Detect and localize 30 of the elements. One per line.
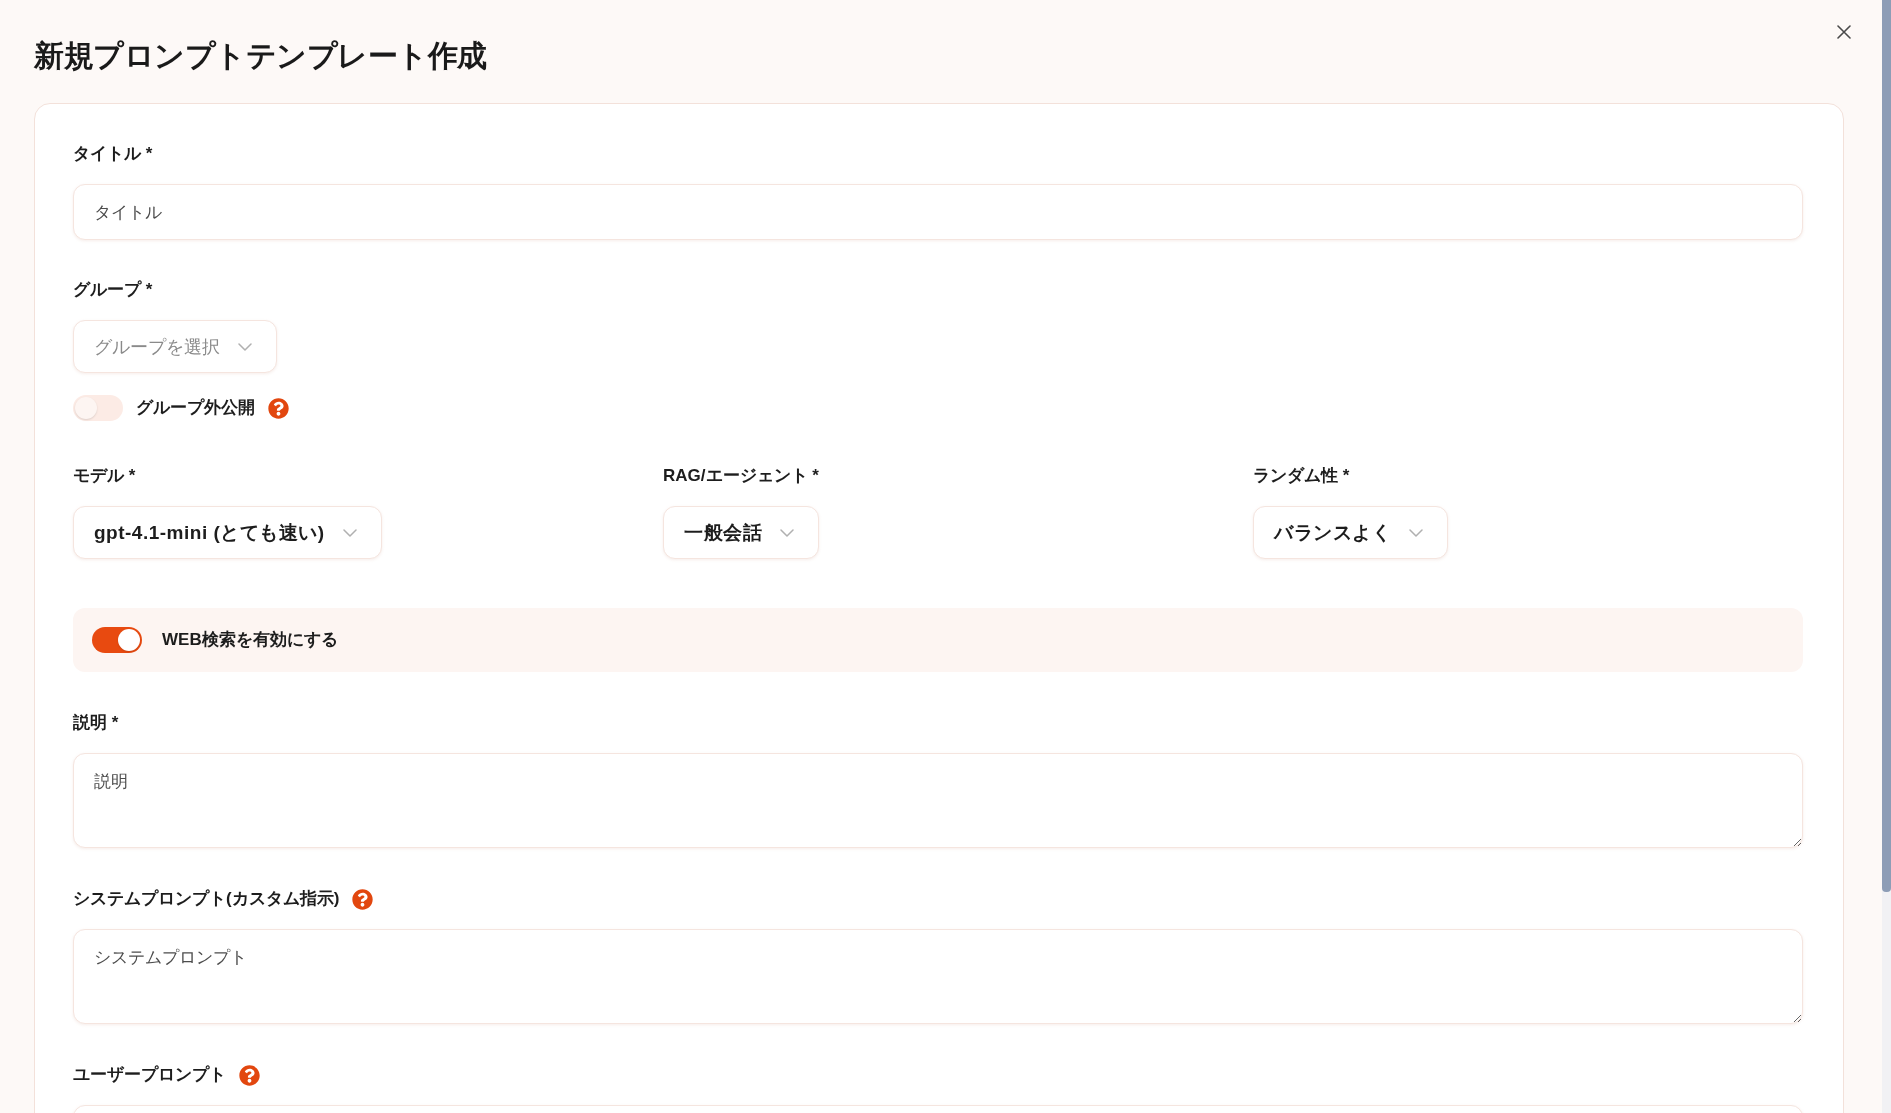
text-input[interactable]: タイトル xyxy=(73,184,1803,240)
chevron-down-icon xyxy=(238,342,252,351)
dropdown[interactable]: グループを選択 xyxy=(73,320,277,373)
dropdown[interactable]: バランスよく xyxy=(1253,506,1448,559)
field-label: タイトル * xyxy=(73,143,153,165)
close-icon xyxy=(1837,25,1851,39)
field-label: グループ * xyxy=(73,279,153,301)
help-icon[interactable] xyxy=(352,888,374,910)
help-icon[interactable] xyxy=(268,397,289,419)
chevron-down-icon xyxy=(1409,528,1423,537)
dropdown[interactable]: gpt-4.1-mini (とても速い) xyxy=(73,506,382,559)
text-area[interactable]: 説明 xyxy=(73,753,1803,848)
dialog-title: 新規プロンプトテンプレート作成 xyxy=(34,38,487,74)
field-label: ユーザープロンプト xyxy=(73,1064,226,1086)
switch-label: グループ外公開 xyxy=(136,397,255,419)
field-label: モデル * xyxy=(73,465,136,487)
help-icon[interactable] xyxy=(239,1064,260,1086)
chevron-down-icon xyxy=(342,528,357,537)
chevron-down-icon xyxy=(780,528,794,537)
toggle-switch[interactable] xyxy=(73,395,123,421)
toggle-switch[interactable] xyxy=(92,627,142,653)
field-label: RAG/エージェント * xyxy=(663,465,819,487)
field-label: ランダム性 * xyxy=(1253,465,1350,487)
field-label: 説明 * xyxy=(73,712,119,734)
close-button[interactable] xyxy=(1834,22,1854,42)
field-label: システムプロンプト(カスタム指示) xyxy=(73,888,340,910)
dropdown[interactable]: 一般会話 xyxy=(663,506,819,559)
scrollbar[interactable] xyxy=(1882,0,1891,1113)
switch-label: WEB検索を有効にする xyxy=(162,629,338,651)
text-area[interactable]: システムプロンプト xyxy=(73,929,1803,1024)
